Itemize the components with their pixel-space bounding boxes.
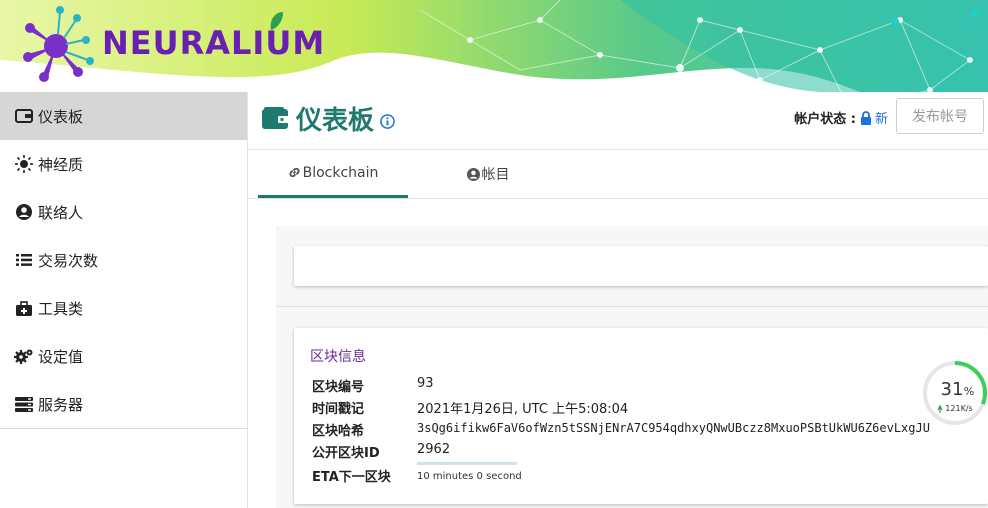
sidebar-item-transactions[interactable]: 交易次数 [0,236,247,284]
block-info-card: 区块信息 区块编号 93 时间戳记 2021年1月26日, UTC 上午5:08… [294,328,988,504]
lock-icon [860,110,871,125]
sidebar-item-label: 交易次数 [38,251,99,270]
tab-label: 帐目 [481,167,510,183]
public-block-id-value: 2962 [417,442,451,457]
sidebar-item-label: 设定值 [38,347,84,366]
tab-accounts[interactable]: 帐目 [428,150,548,198]
wallet-icon [14,106,34,126]
sync-progress-widget[interactable]: 31 % 121K/s [922,360,988,426]
sidebar-item-dashboard[interactable]: 仪表板 [0,92,247,140]
sidebar-item-label: 工具类 [38,299,84,318]
list-icon [14,250,34,270]
sidebar-item-settings[interactable]: 设定值 [0,332,247,380]
sidebar-item-label: 联络人 [38,203,84,222]
eta-progress-bar [417,462,517,465]
toolbox-icon [14,298,34,318]
account-status-label: 帐户状态 : [794,112,856,127]
cogs-icon [14,346,34,366]
link-icon [289,167,300,178]
server-icon [14,394,34,414]
block-hash-value: 3sQg6ifikw6FaV6ofWzn5tSSNjENrA7C954qdhxy… [417,421,930,435]
empty-card [294,246,988,286]
page-title: 仪表板 [296,106,375,136]
tab-blockchain[interactable]: Blockchain [258,150,408,198]
user-circle-icon [466,167,480,181]
publish-account-button[interactable]: 发布帐号 [896,98,984,134]
timestamp-value: 2021年1月26日, UTC 上午5:08:04 [417,402,629,417]
page-header: 仪表板 帐户状态 : 新 发布帐号 [248,92,988,150]
sidebar-item-label: 服务器 [38,395,84,414]
block-number-value: 93 [417,376,434,391]
tab-bar: Blockchain 帐目 [248,150,988,199]
block-number-label: 区块编号 [312,380,365,395]
user-circle-icon [14,202,34,222]
progress-percent-sign: % [964,385,974,398]
sidebar-item-contacts[interactable]: 联络人 [0,188,247,236]
logo[interactable]: NEURALIUM [14,4,324,82]
eta-next-block-value: 10 minutes 0 second [417,471,522,482]
timestamp-label: 时间戳记 [312,402,365,417]
sidebar-item-neuralium[interactable]: 神经质 [0,140,247,188]
block-info-title: 区块信息 [310,349,366,365]
account-status-value[interactable]: 新 [875,108,888,127]
leaf-icon [270,12,284,30]
page-title-wrap: 仪表板 [262,100,395,137]
sidebar: 仪表板 神经质 联络人 交易次数 工具类 设定值 服务器 [0,92,248,508]
tab-label: Blockchain [302,164,379,181]
account-status: 帐户状态 : 新 [794,108,888,127]
content-divider [276,306,988,307]
logo-text: NEURALIUM [102,24,326,62]
public-block-id-label: 公开区块ID [312,446,380,461]
info-icon[interactable] [380,114,395,129]
sidebar-item-label: 仪表板 [38,107,84,126]
sidebar-item-tools[interactable]: 工具类 [0,284,247,332]
eta-next-block-label: ETA下一区块 [312,470,391,485]
wallet-icon [262,106,290,129]
progress-percent: 31 [941,379,964,400]
sidebar-divider [0,428,248,429]
neuralium-logo-icon [23,6,94,82]
header-banner: NEURALIUM [0,0,988,92]
sidebar-item-servers[interactable]: 服务器 [0,380,247,428]
block-hash-label: 区块哈希 [312,424,365,439]
sun-icon [14,154,34,174]
progress-speed: 121K/s [945,404,972,413]
sidebar-item-label: 神经质 [38,155,84,174]
